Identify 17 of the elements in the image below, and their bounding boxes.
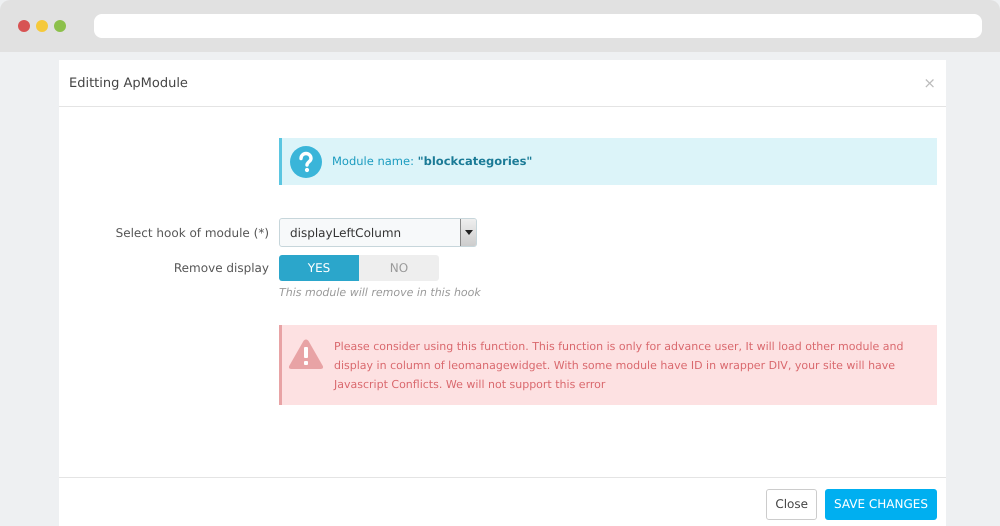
window-control-dot[interactable] — [18, 20, 30, 32]
hook-select[interactable]: displayLeftColumn — [279, 218, 477, 247]
toggle-option[interactable]: YES — [279, 255, 359, 281]
close-button[interactable]: Close — [766, 488, 818, 520]
field-label: Remove display — [174, 261, 269, 275]
help-text: This module will remove in this hook — [279, 286, 482, 299]
alert-message: Please consider using this function. This function is only for advance user, It will load other module and display in column of leomanagewidget. With some module have ID in wrapper DIV, your site will have Javascript Conflicts. We will not support this error — [334, 339, 904, 393]
warning-icon — [288, 338, 324, 370]
question-icon — [290, 146, 322, 178]
toggle-option[interactable]: NO — [359, 255, 439, 281]
save-button[interactable]: SAVE CHANGES — [825, 488, 937, 520]
window-control-dot[interactable] — [54, 20, 66, 32]
field-label: Select hook of module (*) — [116, 226, 269, 240]
alert-message: Module name: "blockcategories" — [332, 153, 532, 170]
window-control-dot[interactable] — [36, 20, 48, 32]
address-bar[interactable] — [94, 14, 982, 38]
modal-title: Editting ApModule — [69, 76, 188, 90]
